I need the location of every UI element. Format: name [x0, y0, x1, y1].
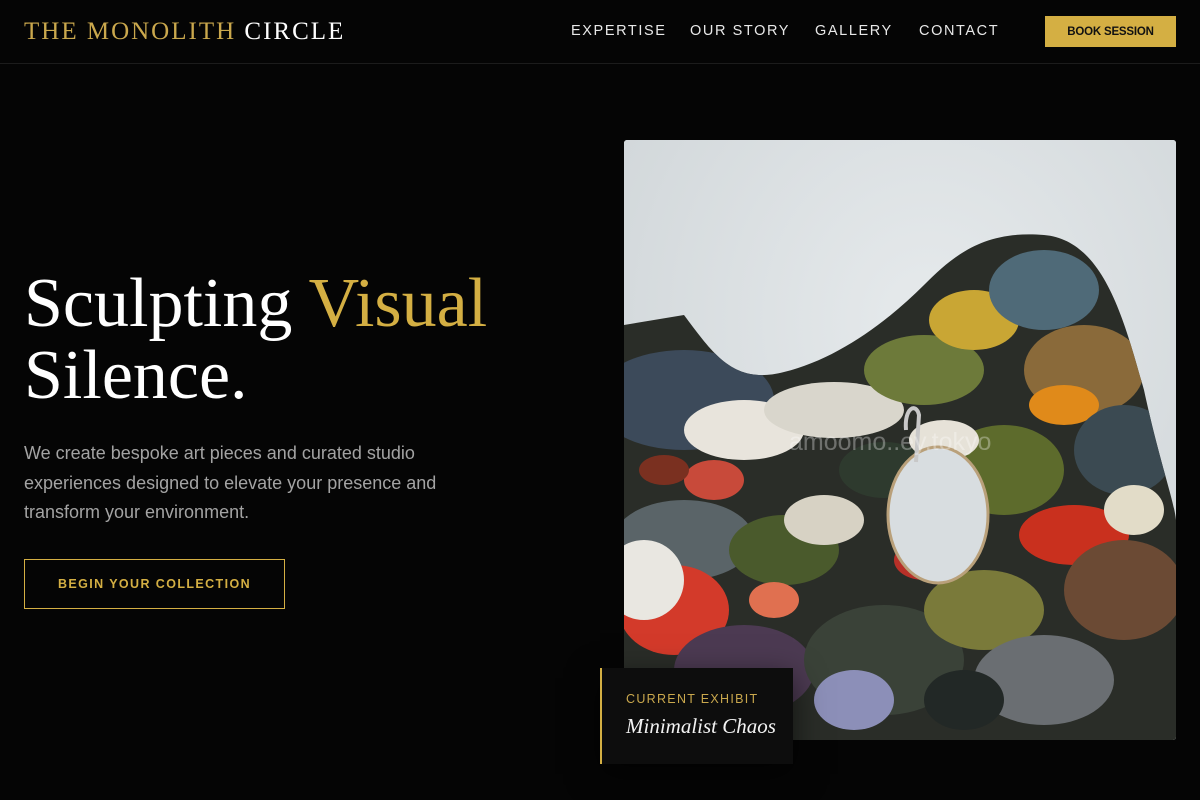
brand-logo[interactable]: THE MONOLITH CIRCLE — [24, 16, 345, 48]
headline-part1: Sculpting — [24, 265, 293, 342]
begin-collection-button[interactable]: BEGIN YOUR COLLECTION — [24, 559, 285, 609]
paint-palette-illustration: amoomo..ey.tokyo — [624, 140, 1176, 740]
nav-item-contact[interactable]: CONTACT — [919, 21, 999, 41]
image-watermark: amoomo..ey.tokyo — [789, 428, 991, 456]
nav-item-gallery[interactable]: GALLERY — [815, 21, 893, 41]
nav-item-our-story[interactable]: OUR STORY — [690, 21, 790, 41]
book-session-button[interactable]: BOOK SESSION — [1045, 16, 1176, 47]
brand-name-secondary: CIRCLE — [244, 18, 346, 45]
exhibit-label: CURRENT EXHIBIT — [626, 692, 759, 706]
hero-image-paint-palette: amoomo..ey.tokyo — [624, 140, 1176, 740]
current-exhibit-card[interactable]: CURRENT EXHIBIT Minimalist Chaos — [600, 668, 793, 764]
hero-description: We create bespoke art pieces and curated… — [24, 443, 437, 522]
headline-accent: Visual — [308, 265, 488, 342]
site-header: THE MONOLITH CIRCLE EXPERTISE OUR STORY … — [0, 0, 1200, 64]
brand-name-primary: THE MONOLITH — [24, 18, 237, 45]
hero-headline: Sculpting Visual Silence. — [24, 268, 487, 412]
exhibit-title: Minimalist Chaos — [626, 714, 776, 738]
nav-item-expertise[interactable]: EXPERTISE — [571, 21, 667, 41]
headline-part2: Silence. — [24, 337, 248, 414]
